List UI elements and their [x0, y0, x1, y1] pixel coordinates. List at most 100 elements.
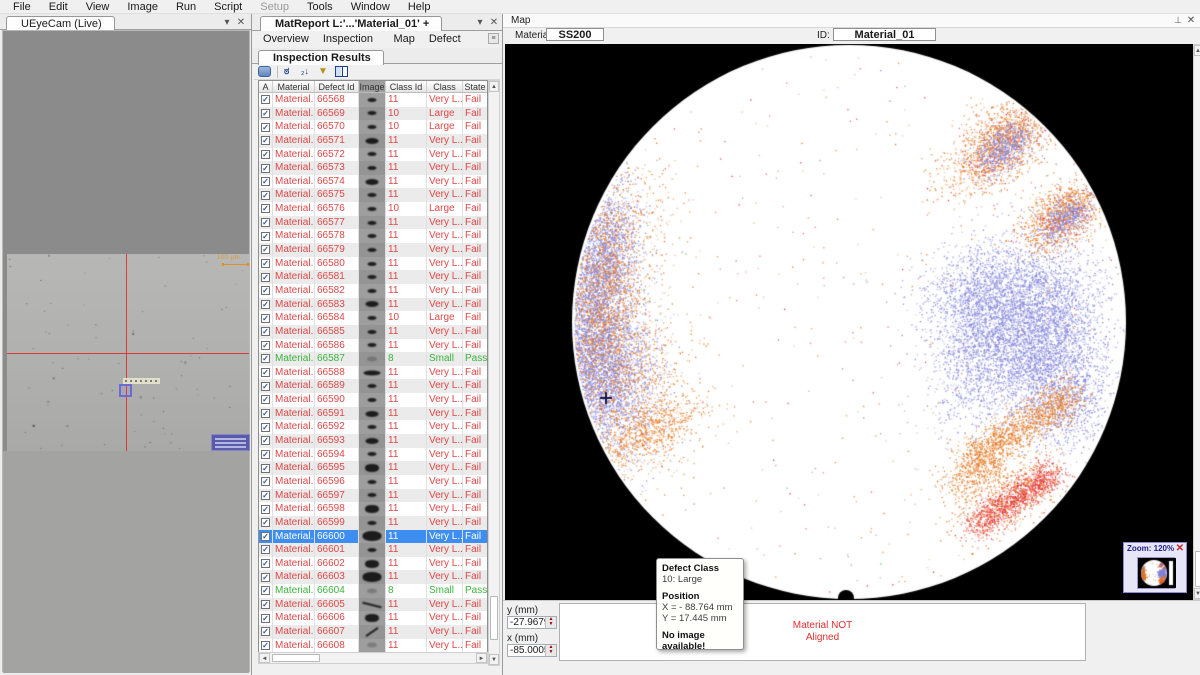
table-row[interactable]: ✓Material...6657411Very L...Fail: [259, 175, 487, 189]
menu-window[interactable]: Window: [342, 0, 399, 14]
column-header-material[interactable]: Material: [273, 81, 315, 92]
table-row[interactable]: ✓Material...6660311Very L...Fail: [259, 570, 487, 584]
row-checkbox[interactable]: ✓: [259, 188, 273, 202]
table-row[interactable]: ✓Material...6660711Very L...Fail: [259, 625, 487, 639]
row-checkbox[interactable]: ✓: [259, 284, 273, 298]
row-checkbox[interactable]: ✓: [259, 625, 273, 639]
table-row[interactable]: ✓Material...6656910LargeFail: [259, 107, 487, 121]
column-header-a[interactable]: A: [259, 81, 273, 92]
row-checkbox[interactable]: ✓: [259, 557, 273, 571]
close-icon[interactable]: ✕: [1185, 15, 1197, 26]
table-row[interactable]: ✓Material...6658311Very L...Fail: [259, 298, 487, 312]
table-row[interactable]: ✓Material...6658611Very L...Fail: [259, 339, 487, 353]
table-row[interactable]: ✓Material...6660111Very L...Fail: [259, 543, 487, 557]
wafer-map[interactable]: [505, 44, 1193, 600]
table-row[interactable]: ✓Material...6659411Very L...Fail: [259, 448, 487, 462]
row-checkbox[interactable]: ✓: [259, 202, 273, 216]
table-row[interactable]: ✓Material...6660611Very L...Fail: [259, 611, 487, 625]
row-checkbox[interactable]: ✓: [259, 352, 273, 366]
nav-inspection-results[interactable]: Inspection Results: [316, 32, 387, 47]
table-row[interactable]: ✓Material...6659811Very L...Fail: [259, 502, 487, 516]
table-row[interactable]: ✓Material...6657511Very L...Fail: [259, 188, 487, 202]
sort-icon[interactable]: ₂↓: [301, 66, 314, 77]
row-checkbox[interactable]: ✓: [259, 489, 273, 503]
row-checkbox[interactable]: ✓: [259, 434, 273, 448]
table-row[interactable]: ✓Material...6657211Very L...Fail: [259, 148, 487, 162]
id-field[interactable]: Material_01: [833, 28, 936, 41]
row-checkbox[interactable]: ✓: [259, 570, 273, 584]
table-row[interactable]: ✓Material...6660511Very L...Fail: [259, 598, 487, 612]
filter-icon[interactable]: ▼: [318, 66, 331, 77]
table-row[interactable]: ✓Material...6657711Very L...Fail: [259, 216, 487, 230]
row-checkbox[interactable]: ✓: [259, 120, 273, 134]
row-checkbox[interactable]: ✓: [259, 584, 273, 598]
row-checkbox[interactable]: ✓: [259, 407, 273, 421]
row-checkbox[interactable]: ✓: [259, 393, 273, 407]
table-row[interactable]: ✓Material...6659111Very L...Fail: [259, 407, 487, 421]
row-checkbox[interactable]: ✓: [259, 530, 273, 544]
table-row[interactable]: ✓Material...6660211Very L...Fail: [259, 557, 487, 571]
table-row[interactable]: ✓Material...6657811Very L...Fail: [259, 229, 487, 243]
tab-ueyecam-live[interactable]: UEyeCam (Live): [6, 16, 115, 31]
nav-map[interactable]: Map: [386, 32, 421, 47]
menu-image[interactable]: Image: [118, 0, 167, 14]
table-horizontal-scrollbar[interactable]: ◄ ►: [258, 652, 488, 664]
table-row[interactable]: ✓Material...6657111Very L...Fail: [259, 134, 487, 148]
row-checkbox[interactable]: ✓: [259, 107, 273, 121]
nav-defect-class-chart[interactable]: Defect Class Chart: [422, 32, 494, 47]
export-icon[interactable]: [258, 66, 271, 77]
table-row[interactable]: ✓Material...6658410LargeFail: [259, 311, 487, 325]
row-checkbox[interactable]: ✓: [259, 311, 273, 325]
row-checkbox[interactable]: ✓: [259, 161, 273, 175]
table-row[interactable]: ✓Material...6659611Very L...Fail: [259, 475, 487, 489]
row-checkbox[interactable]: ✓: [259, 93, 273, 107]
tab-inspection-results[interactable]: Inspection Results: [258, 50, 384, 65]
y-coordinate-field[interactable]: -27.9679▲▼: [507, 616, 557, 629]
row-checkbox[interactable]: ✓: [259, 257, 273, 271]
row-checkbox[interactable]: ✓: [259, 175, 273, 189]
menu-tools[interactable]: Tools: [298, 0, 342, 14]
columns-icon[interactable]: [335, 66, 348, 77]
row-checkbox[interactable]: ✓: [259, 516, 273, 530]
close-icon[interactable]: ✕: [235, 17, 247, 28]
row-checkbox[interactable]: ✓: [259, 148, 273, 162]
column-header-defect-id[interactable]: Defect Id: [315, 81, 359, 92]
chevron-down-icon[interactable]: ▾: [221, 17, 233, 28]
menu-run[interactable]: Run: [167, 0, 205, 14]
row-checkbox[interactable]: ✓: [259, 611, 273, 625]
row-checkbox[interactable]: ✓: [259, 243, 273, 257]
table-row[interactable]: ✓Material...6659711Very L...Fail: [259, 489, 487, 503]
find-icon[interactable]: ಠ: [284, 66, 297, 77]
column-header-state[interactable]: State: [463, 81, 487, 92]
table-row[interactable]: ✓Material...6659911Very L...Fail: [259, 516, 487, 530]
row-checkbox[interactable]: ✓: [259, 502, 273, 516]
tab-matreport[interactable]: MatReport L:'...'Material_01' +: [260, 16, 442, 31]
table-row[interactable]: ✓Material...6656811Very L...Fail: [259, 93, 487, 107]
table-row[interactable]: ✓Material...6658111Very L...Fail: [259, 270, 487, 284]
menu-view[interactable]: View: [77, 0, 119, 14]
table-row[interactable]: ✓Material...6659311Very L...Fail: [259, 434, 487, 448]
menu-file[interactable]: File: [4, 0, 40, 14]
menu-edit[interactable]: Edit: [40, 0, 77, 14]
table-row[interactable]: ✓Material...6657311Very L...Fail: [259, 161, 487, 175]
table-row[interactable]: ✓Material...6658911Very L...Fail: [259, 379, 487, 393]
x-coordinate-field[interactable]: -85.0005▲▼: [507, 644, 557, 657]
table-row[interactable]: ✓Material...6658511Very L...Fail: [259, 325, 487, 339]
table-row[interactable]: ✓Material...6660011Very L...Fail: [259, 530, 487, 544]
row-checkbox[interactable]: ✓: [259, 229, 273, 243]
row-checkbox[interactable]: ✓: [259, 366, 273, 380]
row-checkbox[interactable]: ✓: [259, 420, 273, 434]
nav-overflow-icon[interactable]: ≡: [488, 33, 499, 44]
row-checkbox[interactable]: ✓: [259, 339, 273, 353]
row-checkbox[interactable]: ✓: [259, 461, 273, 475]
pin-icon[interactable]: ⊥: [1172, 15, 1184, 26]
column-header-image[interactable]: Image: [359, 81, 386, 92]
table-row[interactable]: ✓Material...6658811Very L...Fail: [259, 366, 487, 380]
material-field[interactable]: SS200: [546, 28, 604, 41]
row-checkbox[interactable]: ✓: [259, 298, 273, 312]
menu-help[interactable]: Help: [399, 0, 440, 14]
row-checkbox[interactable]: ✓: [259, 134, 273, 148]
row-checkbox[interactable]: ✓: [259, 448, 273, 462]
row-checkbox[interactable]: ✓: [259, 379, 273, 393]
table-row[interactable]: ✓Material...6659511Very L...Fail: [259, 461, 487, 475]
